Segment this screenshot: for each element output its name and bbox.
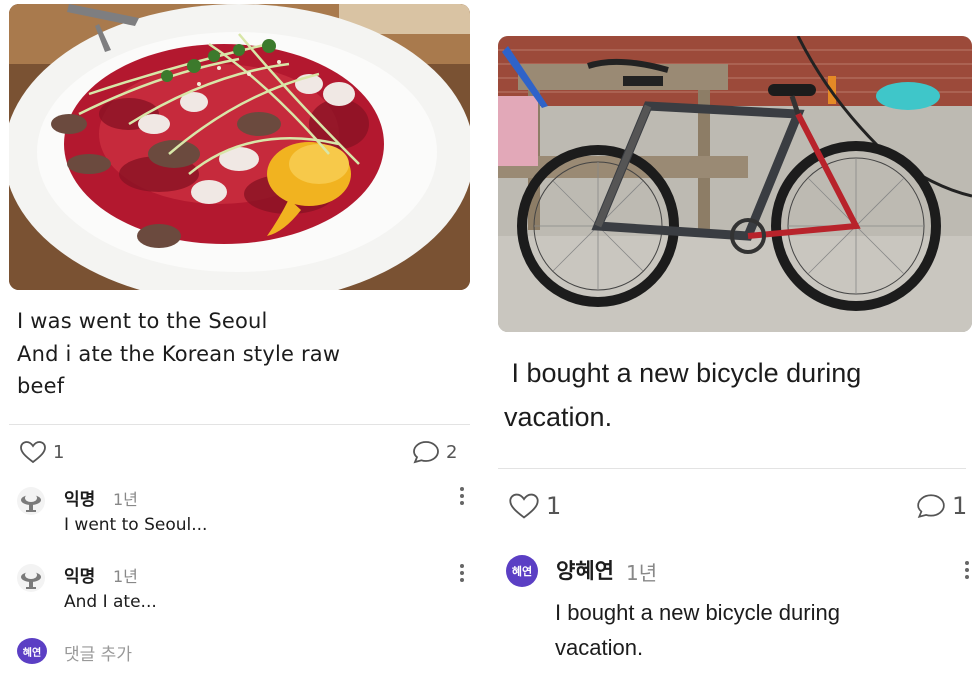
kebab-menu-icon[interactable]: [460, 487, 464, 505]
like-count: 1: [546, 492, 562, 520]
post-card-bicycle: I bought a new bicycle during vacation. …: [492, 0, 979, 681]
anonymous-avatar-icon: [17, 487, 45, 515]
add-comment-placeholder: 댓글 추가: [64, 645, 132, 665]
avatar: 혜연: [506, 555, 538, 587]
post-caption: I bought a new bicycle during vacation.: [504, 352, 964, 439]
comment-text: I bought a new bicycle during vacation.: [555, 595, 955, 665]
comment-item: 익명 1년 And I ate...: [17, 562, 472, 628]
post-photo-raw-beef[interactable]: [9, 4, 470, 290]
heart-outline-icon: [20, 441, 46, 464]
like-button[interactable]: 1: [508, 492, 561, 520]
comment-text-line: vacation.: [555, 635, 644, 661]
raw-beef-dish-image: [9, 4, 470, 290]
comment-item: 익명 1년 I went to Seoul...: [17, 485, 472, 551]
comment-count: 1: [952, 492, 968, 520]
divider: [9, 424, 470, 425]
avatar: 혜연: [17, 638, 47, 664]
anonymous-avatar-icon: [17, 564, 45, 592]
comment-count: 2: [446, 441, 458, 463]
comment-button[interactable]: 1: [916, 492, 967, 520]
bicycle-image: [498, 36, 972, 332]
heart-outline-icon: [509, 493, 539, 519]
speech-bubble-icon: [413, 441, 439, 464]
comment-time: 1년: [113, 490, 138, 509]
comment-text: And I ate...: [64, 592, 157, 612]
post-card-raw-beef: I was went to the Seoul And i ate the Ko…: [0, 0, 476, 681]
caption-line: vacation.: [504, 401, 613, 432]
caption-line: I bought a new bicycle during: [504, 358, 862, 388]
post-photo-bicycle[interactable]: [498, 36, 972, 332]
add-comment-input[interactable]: 혜연 댓글 추가: [17, 636, 472, 668]
kebab-menu-icon[interactable]: [460, 564, 464, 582]
like-count: 1: [53, 441, 65, 463]
comment-text: I went to Seoul...: [64, 515, 208, 535]
comment-time: 1년: [113, 567, 138, 586]
speech-bubble-icon: [917, 494, 945, 518]
post-caption: I was went to the Seoul And i ate the Ko…: [17, 305, 457, 403]
comment-author[interactable]: 익명: [64, 485, 95, 510]
comment-item: 혜연 양혜연 1년 I bought a new bicycle during …: [506, 555, 976, 665]
like-button[interactable]: 1: [19, 440, 64, 464]
comment-button[interactable]: 2: [412, 440, 457, 464]
comment-author[interactable]: 양혜연: [556, 555, 614, 585]
divider: [498, 468, 966, 469]
comment-text-line: I bought a new bicycle during: [555, 600, 840, 625]
caption-line: And i ate the Korean style raw: [17, 341, 341, 366]
caption-line: beef: [17, 374, 65, 399]
kebab-menu-icon[interactable]: [965, 561, 969, 579]
comment-time: 1년: [626, 561, 658, 585]
comment-author[interactable]: 익명: [64, 562, 95, 587]
caption-line: I was went to the Seoul: [17, 309, 268, 333]
